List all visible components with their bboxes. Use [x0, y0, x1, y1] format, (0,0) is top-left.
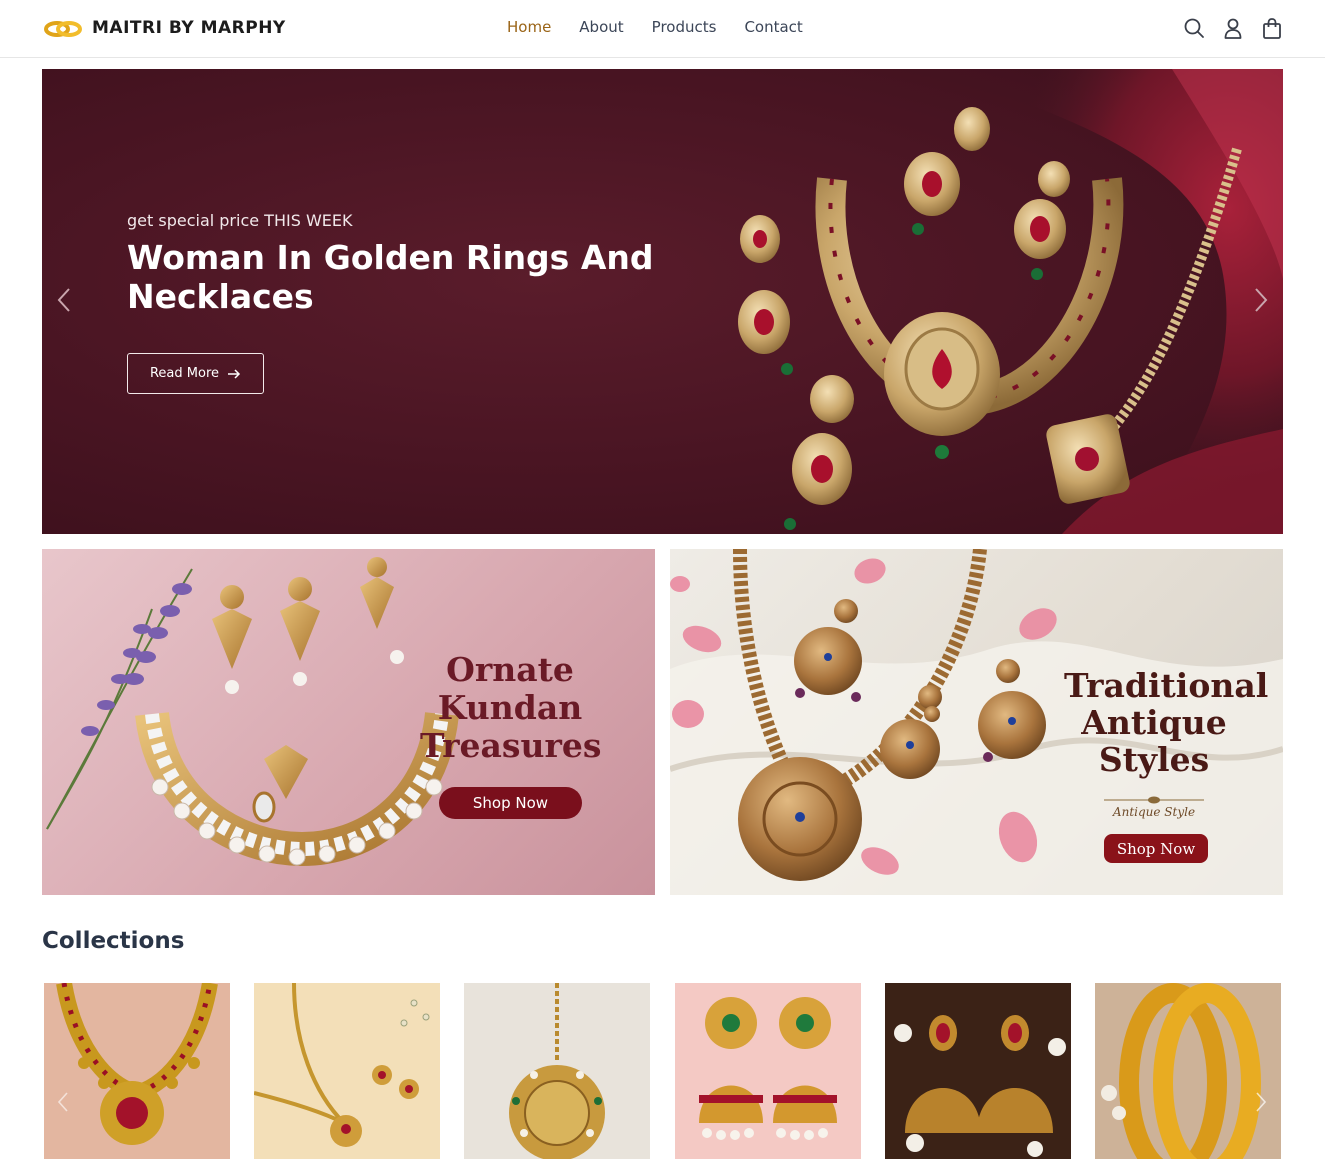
collection-tile-gold-chain-set[interactable]	[254, 983, 440, 1159]
nav-products[interactable]: Products	[652, 18, 717, 36]
shop-now-button[interactable]: Shop Now	[1104, 834, 1208, 863]
promo-antique[interactable]: Traditional Antique Styles Antique Style…	[670, 549, 1283, 895]
promo-kundan-title: Ornate Kundan Treasures	[420, 650, 602, 765]
ornament-divider	[1104, 796, 1204, 804]
collections-carousel	[44, 983, 1281, 1159]
hero-eyebrow: get special price THIS WEEK	[127, 211, 353, 230]
nav-contact[interactable]: Contact	[744, 18, 802, 36]
header-actions	[1183, 17, 1283, 39]
site-header: MAITRI BY MARPHY Home About Products Con…	[0, 0, 1325, 58]
collection-tile-maang-tikka[interactable]	[464, 983, 650, 1159]
promo-antique-subtitle: Antique Style	[1112, 805, 1196, 819]
gold-bangles-image	[1095, 983, 1281, 1159]
nav-about[interactable]: About	[579, 18, 623, 36]
hero-title: Woman In Golden Rings And Necklaces	[127, 238, 654, 316]
rings-logo-icon	[44, 21, 82, 37]
brand-logo[interactable]: MAITRI BY MARPHY	[44, 17, 286, 39]
promo-kundan[interactable]: Ornate Kundan Treasures Shop Now	[42, 549, 655, 895]
shop-now-button[interactable]: Shop Now	[439, 787, 582, 819]
hero-prev-arrow[interactable]	[57, 287, 71, 313]
brand-name: MAITRI BY MARPHY	[92, 18, 286, 38]
hero-copy: get special price THIS WEEK Woman In Gol…	[127, 211, 687, 316]
collections-prev-arrow[interactable]	[58, 1092, 68, 1112]
read-more-button[interactable]: Read More	[127, 353, 264, 394]
hero-banner: get special price THIS WEEK Woman In Gol…	[42, 69, 1283, 534]
nav-home[interactable]: Home	[507, 18, 551, 36]
collection-tile-jhumka-pearl[interactable]	[675, 983, 861, 1159]
maang-tikka-image	[464, 983, 650, 1159]
collection-tile-jhumka-ruby[interactable]	[885, 983, 1071, 1159]
collections-heading: Collections	[42, 928, 185, 954]
promo-antique-title: Traditional Antique Styles	[1064, 666, 1269, 779]
jhumka-ruby-image	[885, 983, 1071, 1159]
shopping-bag-icon[interactable]	[1261, 17, 1283, 39]
collection-tile-gold-bangles[interactable]	[1095, 983, 1281, 1159]
jhumka-pearl-image	[675, 983, 861, 1159]
collection-tile-ruby-necklace[interactable]	[44, 983, 230, 1159]
collections-next-arrow[interactable]	[1256, 1092, 1266, 1112]
ruby-necklace-image	[44, 983, 230, 1159]
main-nav: Home About Products Contact	[507, 18, 803, 36]
read-more-label: Read More	[149, 366, 220, 381]
hero-next-arrow[interactable]	[1254, 287, 1268, 313]
user-icon[interactable]	[1222, 17, 1244, 39]
gold-chain-set-image	[254, 983, 440, 1159]
search-icon[interactable]	[1183, 17, 1205, 39]
arrow-right-icon	[228, 368, 241, 379]
